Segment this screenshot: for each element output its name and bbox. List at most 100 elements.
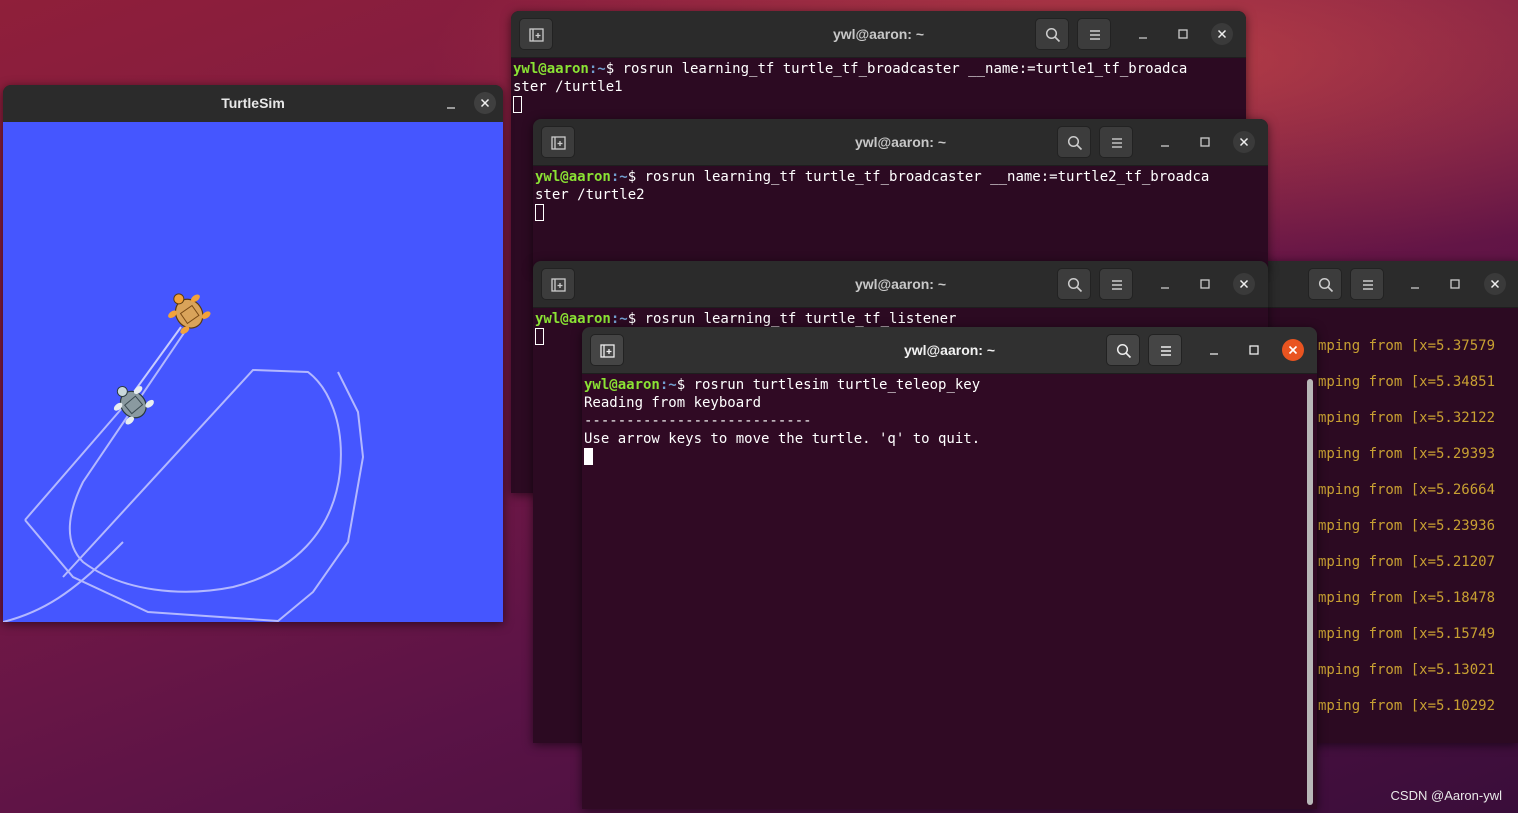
minimize-button[interactable] — [1203, 339, 1225, 361]
command-continuation: ster /turtle2 — [535, 187, 645, 203]
close-icon — [1490, 279, 1500, 289]
search-button[interactable] — [1106, 334, 1140, 366]
watermark: CSDN @Aaron-ywl — [1390, 788, 1502, 803]
maximize-icon — [1178, 29, 1188, 39]
close-button[interactable] — [1211, 23, 1233, 45]
terminal-output[interactable]: ywl@aaron:~$ rosrun turtlesim turtle_tel… — [584, 376, 1317, 809]
search-icon — [1045, 27, 1061, 43]
search-button[interactable] — [1308, 268, 1342, 300]
prompt-user: ywl@aaron — [513, 61, 589, 77]
turtle-trails — [3, 326, 365, 622]
title-bar[interactable]: ywl@aaron: ~ — [533, 119, 1268, 166]
turtlesim-window[interactable]: TurtleSim — [3, 85, 503, 622]
search-button[interactable] — [1057, 268, 1091, 300]
close-icon — [1239, 137, 1249, 147]
minimize-button[interactable] — [1404, 273, 1426, 295]
text-cursor — [513, 96, 522, 113]
terminal-window-broadcaster-turtle2[interactable]: ywl@aaron: ~ ywl@aaron:~$ rosrun learnin… — [533, 119, 1268, 269]
log-line: mping from [x=5.15749 — [1318, 626, 1496, 642]
minimize-button[interactable] — [440, 93, 462, 115]
title-bar[interactable]: TurtleSim — [3, 85, 503, 123]
command-text: rosrun turtlesim turtle_teleop_key — [693, 377, 981, 393]
prompt-path: :~ — [659, 377, 677, 393]
minimize-button[interactable] — [1132, 23, 1154, 45]
close-button[interactable] — [474, 92, 496, 114]
command-line: ywl@aaron:~$ rosrun learning_tf turtle_t… — [535, 168, 1268, 186]
log-line: mping from [x=5.32122 — [1318, 410, 1496, 426]
text-cursor — [535, 328, 544, 345]
command-continuation: ster /turtle1 — [513, 79, 623, 95]
menu-button[interactable] — [1350, 268, 1384, 300]
command-line: ywl@aaron:~$ rosrun learning_tf turtle_t… — [535, 310, 1268, 328]
close-button[interactable] — [1282, 339, 1304, 361]
pen-trail — [3, 541, 124, 622]
minimize-icon — [1411, 287, 1419, 289]
prompt-user: ywl@aaron — [535, 311, 611, 327]
text-cursor — [535, 204, 544, 221]
menu-button[interactable] — [1077, 18, 1111, 50]
prompt-path: :~ — [588, 61, 606, 77]
log-line: mping from [x=5.29393 — [1318, 446, 1496, 462]
search-button[interactable] — [1057, 126, 1091, 158]
text-cursor — [584, 448, 593, 465]
menu-button[interactable] — [1099, 268, 1133, 300]
minimize-icon — [1161, 145, 1169, 147]
prompt-symbol: $ — [627, 311, 645, 327]
hamburger-menu-icon — [1161, 346, 1171, 356]
minimize-icon — [447, 107, 455, 109]
command-text: rosrun learning_tf turtle_tf_broadcaster… — [644, 169, 1210, 185]
prompt-path: :~ — [610, 311, 628, 327]
title-bar[interactable]: ywl@aaron: ~ — [582, 327, 1317, 374]
turtlesim-canvas — [3, 122, 503, 622]
command-text: rosrun learning_tf turtle_tf_broadcaster… — [622, 61, 1188, 77]
prompt-symbol: $ — [627, 169, 645, 185]
hamburger-menu-icon — [1363, 280, 1373, 290]
hamburger-menu-icon — [1090, 30, 1100, 40]
log-line: mping from [x=5.18478 — [1318, 590, 1496, 606]
minimize-button[interactable] — [1154, 273, 1176, 295]
log-line: mping from [x=5.26664 — [1318, 482, 1496, 498]
maximize-button[interactable] — [1194, 273, 1216, 295]
search-icon — [1067, 277, 1083, 293]
maximize-button[interactable] — [1243, 339, 1265, 361]
log-line: mping from [x=5.34851 — [1318, 374, 1496, 390]
maximize-icon — [1200, 279, 1210, 289]
scrollbar[interactable] — [1307, 379, 1313, 805]
prompt-symbol: $ — [605, 61, 623, 77]
output-line: Use arrow keys to move the turtle. 'q' t… — [584, 431, 981, 447]
minimize-icon — [1210, 353, 1218, 355]
minimize-icon — [1161, 287, 1169, 289]
maximize-button[interactable] — [1194, 131, 1216, 153]
maximize-icon — [1200, 137, 1210, 147]
search-button[interactable] — [1035, 18, 1069, 50]
prompt-symbol: $ — [676, 377, 694, 393]
maximize-button[interactable] — [1444, 273, 1466, 295]
close-button[interactable] — [1233, 273, 1255, 295]
maximize-button[interactable] — [1172, 23, 1194, 45]
terminal-output[interactable]: ywl@aaron:~$ rosrun learning_tf turtle_t… — [535, 168, 1268, 269]
search-icon — [1116, 343, 1132, 359]
prompt-path: :~ — [610, 169, 628, 185]
search-icon — [1318, 277, 1334, 293]
maximize-icon — [1249, 345, 1259, 355]
minimize-button[interactable] — [1154, 131, 1176, 153]
title-bar[interactable]: ywl@aaron: ~ — [533, 261, 1268, 308]
log-line: mping from [x=5.21207 — [1318, 554, 1496, 570]
prompt-user: ywl@aaron — [535, 169, 611, 185]
menu-button[interactable] — [1099, 126, 1133, 158]
close-icon — [1288, 345, 1298, 355]
menu-button[interactable] — [1148, 334, 1182, 366]
terminal-window-teleop[interactable]: ywl@aaron: ~ ywl@aaron:~$ rosrun turtles… — [582, 327, 1317, 809]
window-title: TurtleSim — [221, 95, 285, 111]
title-bar[interactable] — [1240, 261, 1518, 308]
log-line: mping from [x=5.10292 — [1318, 698, 1496, 714]
close-button[interactable] — [1233, 131, 1255, 153]
log-line: mping from [x=5.13021 — [1318, 662, 1496, 678]
close-button[interactable] — [1484, 273, 1506, 295]
pen-trail — [62, 326, 342, 593]
command-line: ywl@aaron:~$ rosrun turtlesim turtle_tel… — [584, 376, 1317, 394]
search-icon — [1067, 135, 1083, 151]
title-bar[interactable]: ywl@aaron: ~ — [511, 11, 1246, 58]
log-output[interactable]: mping from [x=5.37579 mping from [x=5.348… — [1318, 328, 1495, 724]
hamburger-menu-icon — [1112, 280, 1122, 290]
